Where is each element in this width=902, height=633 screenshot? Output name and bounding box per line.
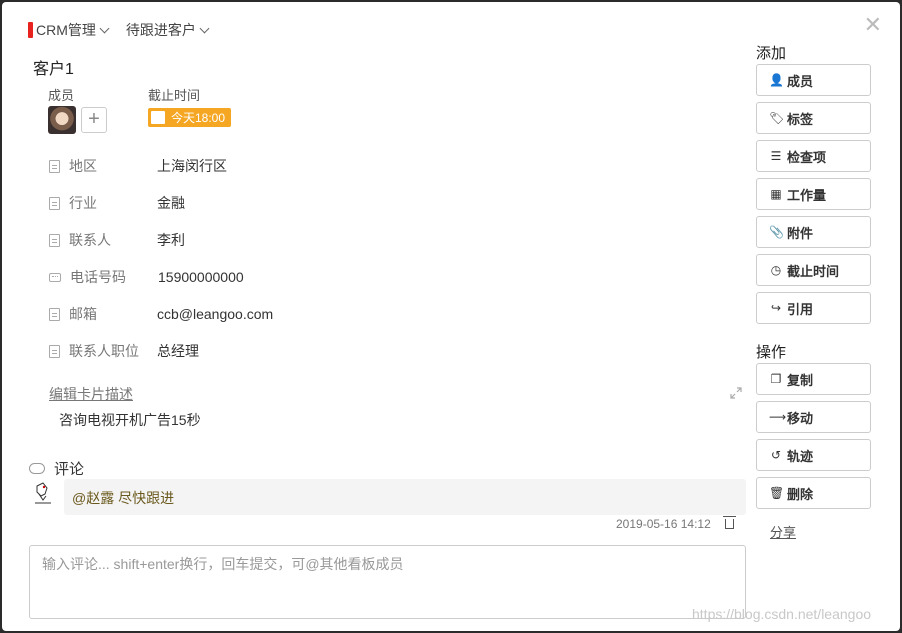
avatar[interactable] (48, 106, 76, 134)
board-color-marker (28, 22, 33, 38)
field-value[interactable]: 总经理 (157, 341, 199, 361)
document-icon (49, 344, 60, 358)
field-value[interactable]: 李利 (157, 230, 185, 250)
document-icon (49, 233, 60, 247)
expand-icon[interactable] (730, 387, 742, 399)
sidebar-button-paperclip[interactable]: 📎 附件 (756, 216, 871, 248)
share-link[interactable]: 分享 (770, 522, 796, 541)
document-icon (49, 159, 60, 173)
breadcrumb: CRM管理 待跟进客户 (28, 20, 210, 40)
add-section-title: 添加 (756, 45, 787, 62)
comment-meta: 2019-05-16 14:12 (616, 516, 736, 531)
sidebar-button-label: 成员 (787, 73, 814, 89)
sidebar-button-add-member[interactable]: 👤 成员 (756, 64, 871, 96)
watermark: https://blog.csdn.net/leangoo (692, 606, 872, 622)
sidebar-button-label: 移动 (787, 410, 814, 426)
sidebar-button-grid[interactable]: ▦ 工作量 (756, 178, 871, 210)
ops-section-title: 操作 (756, 344, 787, 361)
document-icon (49, 307, 60, 321)
avatar[interactable] (31, 480, 55, 508)
field-row[interactable]: 行业 金融 (49, 193, 185, 213)
trash-icon: 🗑 (769, 486, 785, 500)
members-label: 成员 (48, 88, 75, 103)
card-description: 咨询电视开机广告15秒 (59, 412, 201, 428)
field-row[interactable]: 联系人职位 总经理 (49, 341, 199, 361)
document-icon (49, 196, 60, 210)
close-icon[interactable]: ✕ (864, 14, 882, 36)
list-icon: ☰ (770, 149, 782, 163)
field-row[interactable]: 邮箱 ccb@leangoo.com (49, 304, 273, 324)
field-value[interactable]: ccb@leangoo.com (157, 306, 273, 322)
sidebar-button-move-arrow[interactable]: ⟶ 移动 (756, 401, 871, 433)
delete-comment-icon[interactable] (722, 516, 736, 529)
field-label: 电话号码 (70, 269, 126, 285)
phone-icon (49, 272, 61, 282)
sidebar-button-trash[interactable]: 🗑 删除 (756, 477, 871, 509)
sidebar-button-label: 轨迹 (787, 448, 814, 464)
field-row[interactable]: 电话号码 15900000000 (49, 267, 244, 287)
comment-message: @赵露 尽快跟进 (64, 479, 746, 515)
chevron-down-icon[interactable] (99, 23, 110, 33)
copy-icon: ❐ (770, 372, 782, 386)
sidebar-button-copy[interactable]: ❐ 复制 (756, 363, 871, 395)
sidebar-button-label: 删除 (787, 486, 814, 502)
add-member-icon: 👤 (769, 73, 784, 87)
move-arrow-icon: ⟶ (769, 410, 787, 424)
grid-icon: ▦ (770, 187, 782, 201)
edit-description-link[interactable]: 编辑卡片描述 (49, 384, 133, 404)
clock-icon: ◷ (770, 263, 782, 277)
comment-input[interactable] (29, 545, 746, 619)
due-label: 截止时间 (148, 88, 201, 103)
comment-text: 尽快跟进 (114, 490, 175, 506)
chevron-down-icon[interactable] (199, 23, 210, 33)
field-label: 邮箱 (69, 306, 97, 322)
paperclip-icon: 📎 (769, 225, 784, 239)
field-label: 地区 (69, 158, 97, 174)
field-label: 行业 (69, 195, 97, 211)
sidebar-button-label: 引用 (787, 301, 814, 317)
comment-timestamp: 2019-05-16 14:12 (616, 517, 711, 531)
sidebar-button-share-arrow[interactable]: ↪ 引用 (756, 292, 871, 324)
breadcrumb-list[interactable]: 待跟进客户 (126, 20, 196, 40)
sidebar-button-label: 工作量 (787, 187, 827, 203)
sidebar-button-label: 附件 (787, 225, 814, 241)
comments-title: 评论 (54, 461, 85, 478)
card-title[interactable]: 客户1 (33, 55, 74, 79)
comments-header: 评论 (29, 458, 84, 479)
sidebar-button-label: 复制 (787, 372, 814, 388)
field-value[interactable]: 15900000000 (158, 269, 244, 285)
due-date-value: 今天18:00 (171, 111, 226, 125)
field-value[interactable]: 金融 (157, 193, 185, 213)
field-label: 联系人 (69, 232, 111, 248)
due-date-badge[interactable]: 今天18:00 (148, 108, 232, 127)
sidebar-button-history[interactable]: ↺ 轨迹 (756, 439, 871, 471)
sidebar-button-tag[interactable]: 🏷 标签 (756, 102, 871, 134)
due-complete-checkbox[interactable] (151, 111, 165, 124)
comment-icon (29, 463, 45, 474)
sidebar-button-label: 检查项 (787, 149, 827, 165)
share-arrow-icon: ↪ (770, 301, 782, 315)
tag-icon: 🏷 (769, 111, 785, 125)
field-row[interactable]: 联系人 李利 (49, 230, 185, 250)
breadcrumb-board[interactable]: CRM管理 (36, 20, 96, 40)
sidebar-button-label: 标签 (787, 111, 814, 127)
sidebar-button-clock[interactable]: ◷ 截止时间 (756, 254, 871, 286)
sidebar-button-list[interactable]: ☰ 检查项 (756, 140, 871, 172)
field-value[interactable]: 上海闵行区 (157, 156, 227, 176)
comment-mention[interactable]: @赵露 (72, 490, 114, 506)
field-label: 联系人职位 (69, 343, 139, 359)
sidebar-button-label: 截止时间 (787, 263, 840, 279)
field-row[interactable]: 地区 上海闵行区 (49, 156, 227, 176)
card-detail-dialog: CRM管理 待跟进客户 ✕ 客户1 成员 截止时间 + 今天18:00 地区 上海… (2, 2, 900, 631)
history-icon: ↺ (770, 448, 782, 462)
add-member-button[interactable]: + (81, 107, 107, 133)
